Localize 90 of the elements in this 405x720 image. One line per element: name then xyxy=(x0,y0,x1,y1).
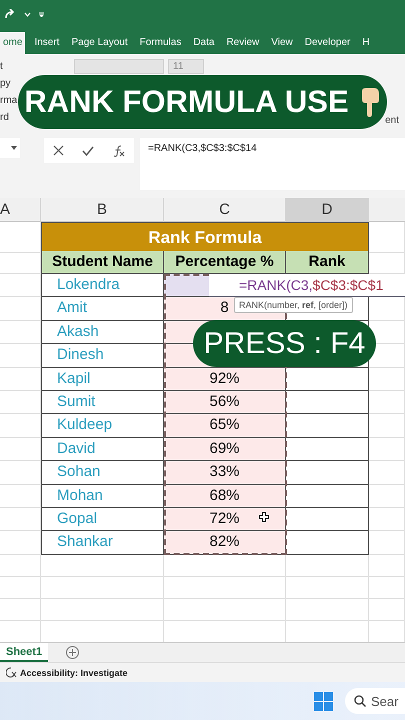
empty-cell xyxy=(369,368,405,391)
empty-cell xyxy=(0,368,41,391)
cell-editor[interactable]: =RANK(C3,$C$3:$C$1 xyxy=(209,274,405,297)
cell-cursor-icon xyxy=(259,512,269,522)
empty-cell xyxy=(369,484,405,508)
empty-cell xyxy=(0,438,41,462)
table-cell: 72% xyxy=(164,508,286,532)
group-label: ent xyxy=(385,115,400,128)
ribbon-tab[interactable]: H xyxy=(359,32,373,54)
banner-text: RANK FORMULA USE xyxy=(24,84,349,120)
empty-cell xyxy=(0,484,41,508)
empty-cell xyxy=(0,297,41,321)
search-icon xyxy=(354,695,366,707)
table-cell: Amit xyxy=(41,297,164,321)
column-heading: Rank xyxy=(286,251,369,274)
name-box[interactable] xyxy=(0,138,20,158)
empty-cell xyxy=(369,508,405,532)
table-title: Rank Formula xyxy=(41,222,369,253)
column-header[interactable]: D xyxy=(286,198,369,222)
add-sheet-icon[interactable] xyxy=(66,646,80,659)
table-cell: 68% xyxy=(164,484,286,508)
windows-start-icon[interactable] xyxy=(314,692,333,710)
empty-cell xyxy=(0,598,41,621)
dropdown-icon xyxy=(11,146,17,150)
clipboard-label[interactable]: rma xyxy=(0,95,18,106)
ribbon-tab[interactable]: ome xyxy=(0,32,26,54)
column-heading: Student Name xyxy=(41,251,164,274)
table-cell: Kuldeep xyxy=(41,414,164,438)
empty-cell xyxy=(0,414,41,438)
ribbon-tab[interactable]: Developer xyxy=(302,32,354,54)
empty-cell xyxy=(0,320,41,344)
customize-icon[interactable] xyxy=(39,12,44,16)
formula-field[interactable]: =RANK(C3,$C$3:$C$14 xyxy=(140,138,405,190)
accessibility-icon[interactable] xyxy=(6,667,17,678)
empty-cell xyxy=(369,438,405,462)
empty-cell xyxy=(0,531,41,555)
table-cell: Akash xyxy=(41,320,164,344)
function-icon[interactable] xyxy=(112,144,125,156)
empty-cell xyxy=(369,461,405,485)
table-cell: David xyxy=(41,438,164,462)
column-header[interactable]: A xyxy=(0,198,41,222)
empty-cell xyxy=(0,554,41,577)
clipboard-label[interactable]: t xyxy=(0,61,3,72)
column-heading: Percentage % xyxy=(164,251,286,274)
ribbon-tab[interactable]: Data xyxy=(190,32,218,54)
table-cell: 56% xyxy=(164,390,286,414)
ribbon-tab[interactable]: View xyxy=(268,32,296,54)
callout-banner: PRESS : F4 xyxy=(193,320,376,367)
sheet-tab[interactable]: Sheet1 xyxy=(0,643,48,662)
clipboard-label[interactable]: rd xyxy=(0,112,9,123)
table-cell: Mohan xyxy=(41,484,164,508)
empty-cell xyxy=(0,390,41,414)
function-tooltip: RANK(number, ref, [order]) xyxy=(234,297,353,313)
search-field[interactable]: Sear xyxy=(345,688,405,714)
empty-cell xyxy=(369,576,405,599)
column-header[interactable]: C xyxy=(164,198,286,222)
ribbon-tab[interactable]: Page Layout xyxy=(68,32,131,54)
table-cell: Sumit xyxy=(41,390,164,414)
dropdown-icon[interactable] xyxy=(24,12,31,16)
ribbon-tab[interactable]: Review xyxy=(223,32,262,54)
empty-cell xyxy=(0,508,41,532)
empty-cell xyxy=(0,461,41,485)
table-cell: 33% xyxy=(164,461,286,485)
empty-cell xyxy=(369,554,405,577)
clipboard-label[interactable]: py xyxy=(0,78,11,89)
column-header[interactable]: B xyxy=(41,198,164,222)
empty-cell xyxy=(369,414,405,438)
redo-icon[interactable] xyxy=(4,9,16,19)
table-cell: Dinesh xyxy=(41,344,164,368)
table-cell: 69% xyxy=(164,438,286,462)
cancel-icon[interactable] xyxy=(53,145,64,156)
enter-icon[interactable] xyxy=(82,146,94,156)
ribbon-tab[interactable]: Formulas xyxy=(136,32,184,54)
status-text[interactable]: Accessibility: Investigate xyxy=(20,668,128,678)
table-cell: 65% xyxy=(164,414,286,438)
empty-cell xyxy=(369,390,405,414)
empty-cell xyxy=(369,531,405,555)
empty-cell xyxy=(369,598,405,621)
empty-cell xyxy=(0,576,41,599)
table-cell: Shankar xyxy=(41,531,164,555)
empty-cell xyxy=(0,344,41,368)
font-name-field[interactable] xyxy=(74,59,164,74)
table-cell: Gopal xyxy=(41,508,164,532)
table-cell: 82% xyxy=(164,531,286,555)
table-cell: Kapil xyxy=(41,368,164,391)
empty-cell xyxy=(0,274,41,298)
ribbon-tab[interactable]: Insert xyxy=(31,32,62,54)
table-cell: Lokendra xyxy=(41,274,164,298)
table-cell: 92% xyxy=(164,368,286,391)
table-cell: Sohan xyxy=(41,461,164,485)
